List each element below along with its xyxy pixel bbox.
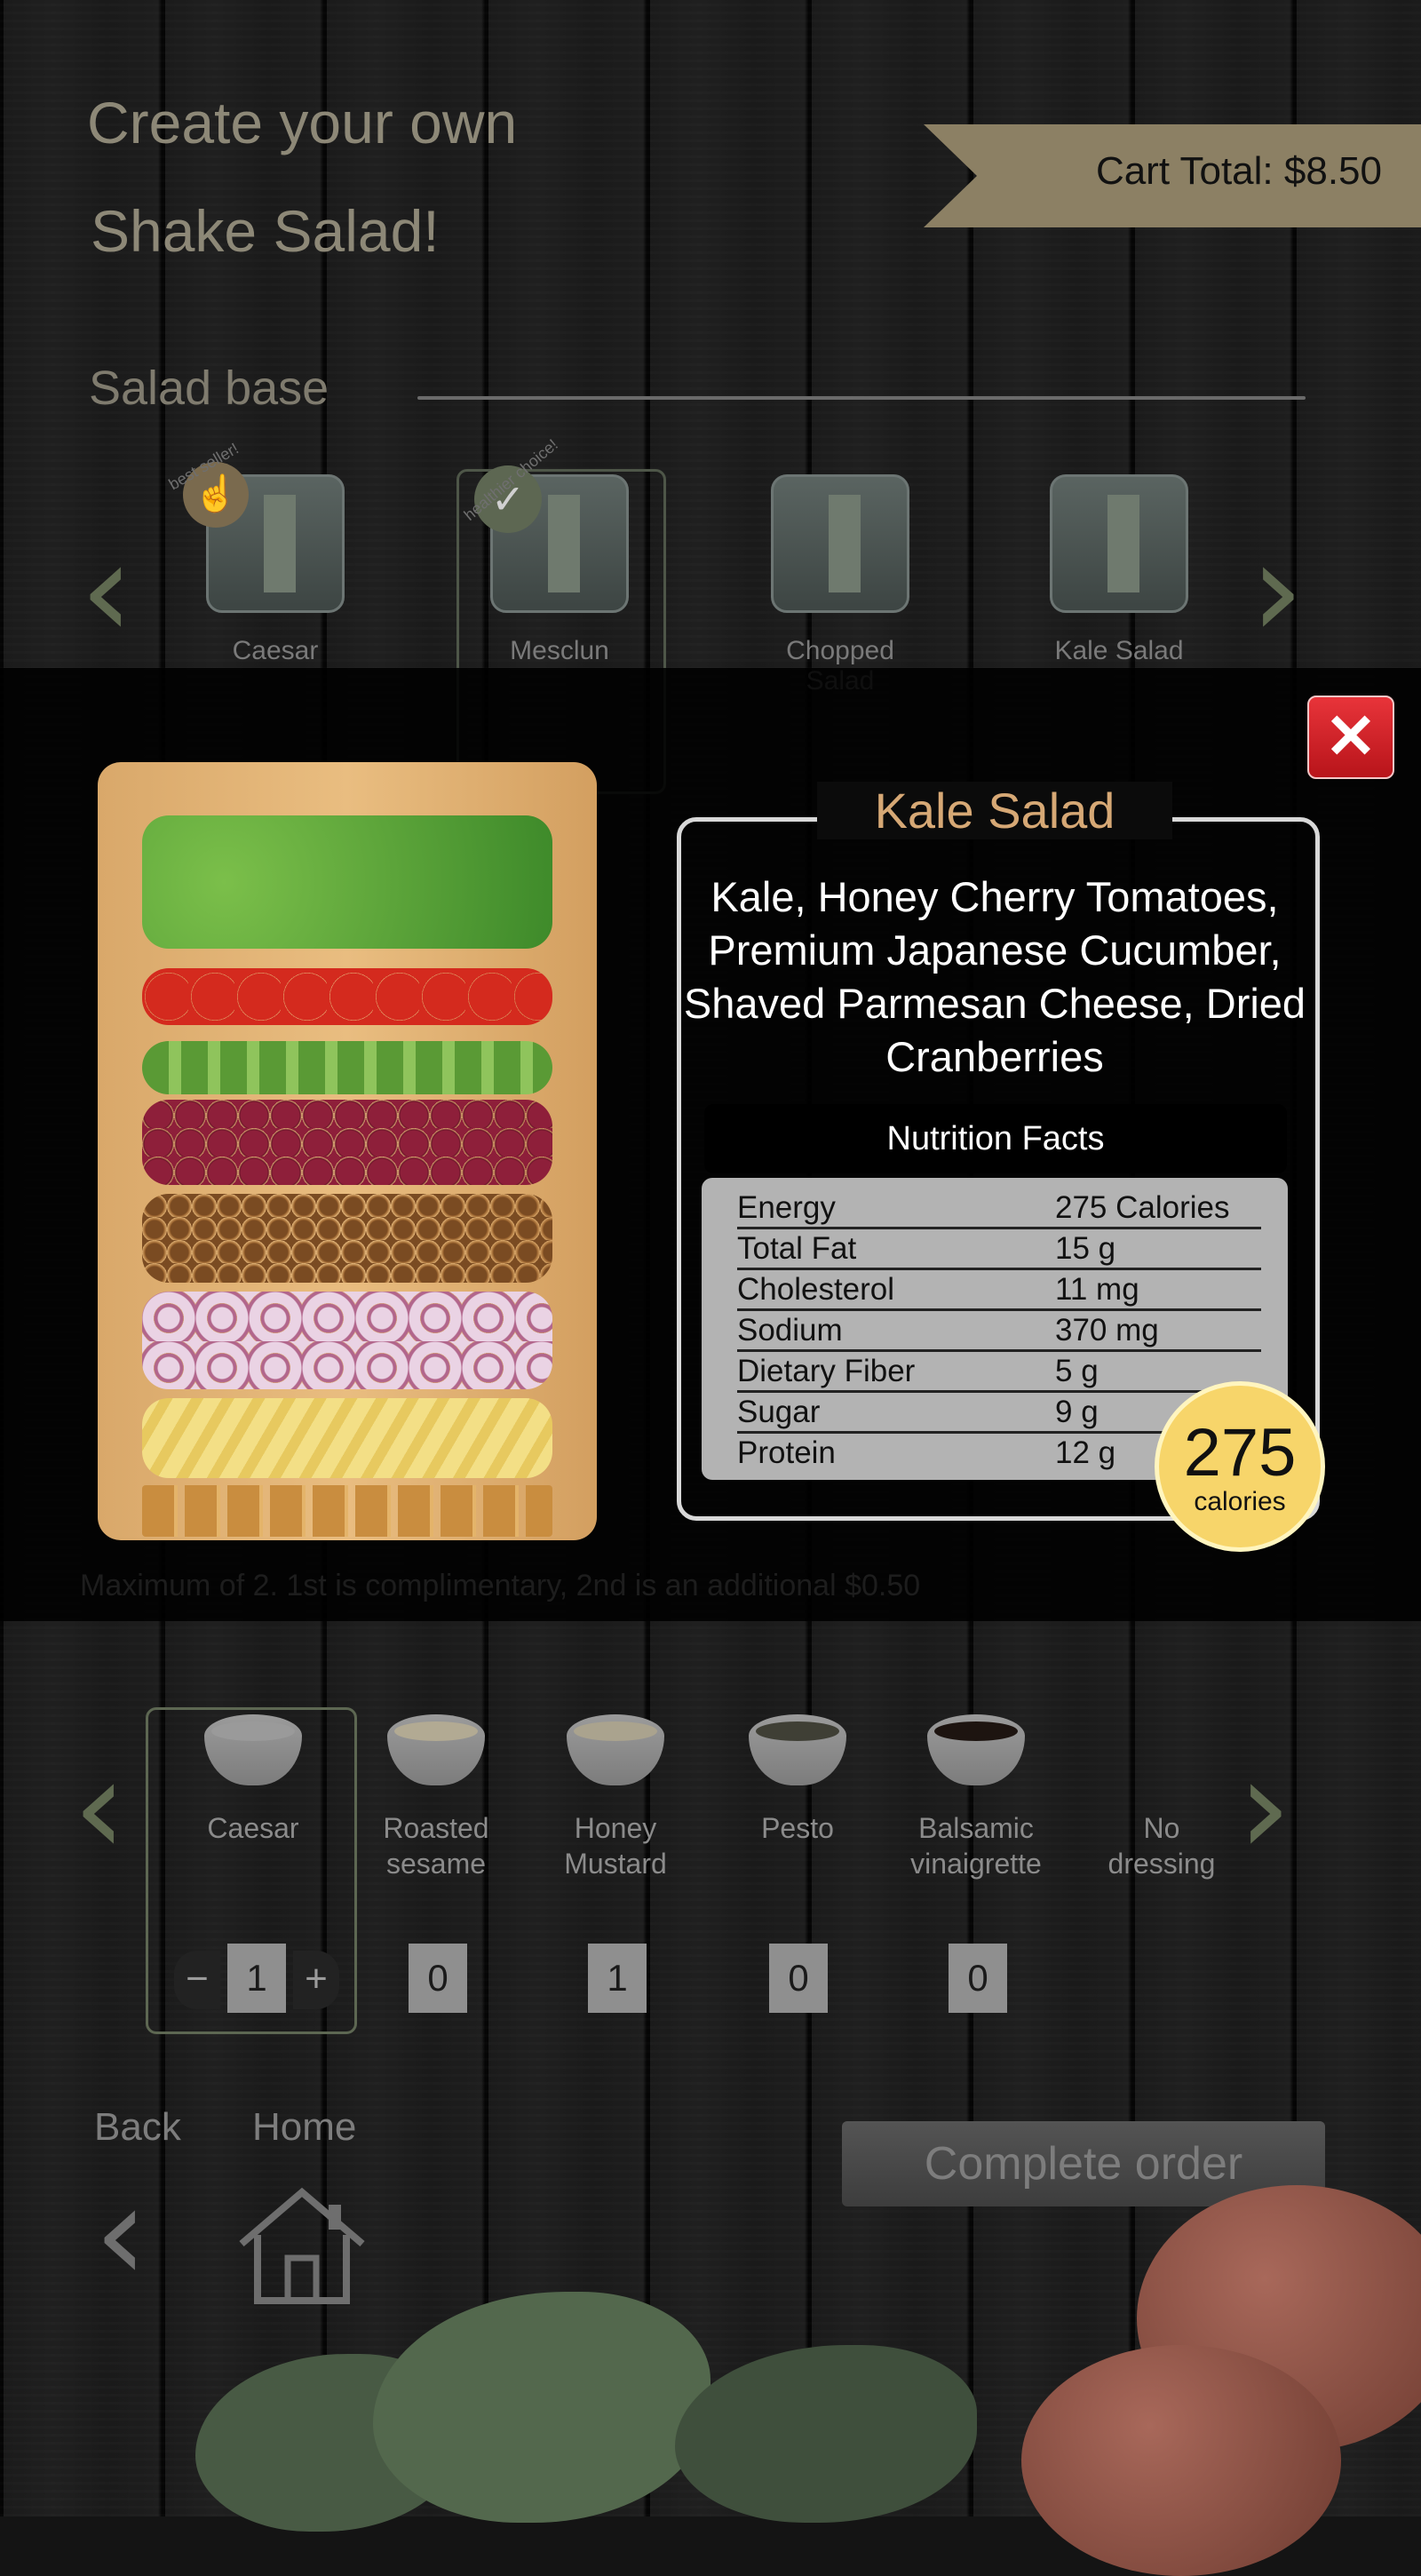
dressing-item-balsamic[interactable]: Balsamic vinaigrette <box>901 1714 1052 1881</box>
nutrition-row: Dietary Fiber 5 g <box>737 1350 1261 1393</box>
close-icon: ✕ <box>1324 702 1377 771</box>
dressing-qty[interactable]: 0 <box>769 1944 828 2013</box>
dressing-item-pesto[interactable]: Pesto <box>722 1714 873 1846</box>
walnut-layer <box>142 1194 552 1283</box>
nutrition-facts-title: Nutrition Facts <box>704 1104 1287 1173</box>
nutrient-value: 370 mg <box>1055 1313 1159 1348</box>
salad-container-image <box>771 474 909 613</box>
dressing-item-honey-mustard[interactable]: Honey Mustard <box>540 1714 691 1881</box>
dressing-qty[interactable]: 1 <box>588 1944 647 2013</box>
onion-layer <box>142 1292 552 1389</box>
nutrient-label: Sugar <box>737 1395 821 1429</box>
chevron-right-icon[interactable]: › <box>1250 524 1304 657</box>
chevron-right-icon[interactable]: › <box>1238 1741 1291 1874</box>
cart-total-text: Cart Total: $8.50 <box>1095 149 1382 193</box>
dressing-item-roasted-sesame[interactable]: Roasted sesame <box>361 1714 512 1881</box>
calorie-number: 275 <box>1183 1415 1297 1491</box>
lettuce-layer <box>142 815 552 949</box>
cheese-layer <box>142 1398 552 1478</box>
section-divider <box>417 396 1306 400</box>
nutrient-value: 275 Calories <box>1055 1190 1230 1225</box>
cucumber-layer <box>142 1041 552 1094</box>
ingredients-text: Kale, Honey Cherry Tomatoes, Premium Jap… <box>683 873 1306 1080</box>
salad-base-name: Kale Salad <box>1054 636 1184 665</box>
nutrient-value: 12 g <box>1055 1435 1116 1470</box>
cart-total-banner[interactable]: Cart Total: $8.50 <box>924 124 1421 227</box>
nutrient-label: Energy <box>737 1190 836 1225</box>
salad-ingredients-image <box>98 762 597 1540</box>
nutrient-label: Protein <box>737 1435 836 1470</box>
dressing-cup-icon <box>387 1714 485 1785</box>
decrement-button[interactable]: − <box>174 1951 220 2009</box>
nutrition-row: Total Fat 15 g <box>737 1228 1261 1270</box>
home-icon[interactable] <box>233 2185 371 2310</box>
salad-base-name: Mesclun <box>510 636 609 665</box>
calorie-unit: calories <box>1194 1487 1286 1516</box>
dressing-name: Honey Mustard <box>564 1812 667 1880</box>
close-modal-button[interactable]: ✕ <box>1307 696 1394 779</box>
dressing-name: Caesar <box>207 1812 299 1844</box>
salad-base-item-kale[interactable]: Kale Salad <box>1048 474 1190 666</box>
page-title-line2: Shake Salad! <box>91 198 440 264</box>
dressing-name: Balsamic vinaigrette <box>910 1812 1042 1880</box>
dressing-name: Roasted sesame <box>383 1812 489 1880</box>
dressing-item-caesar[interactable]: Caesar <box>178 1714 329 1846</box>
nutrient-label: Sodium <box>737 1313 843 1348</box>
dressing-item-none[interactable]: No dressing <box>1086 1714 1237 1881</box>
salad-container-image <box>1050 474 1188 613</box>
tomato-layer <box>142 968 552 1025</box>
nutrition-row: Energy 275 Calories <box>737 1187 1261 1229</box>
dressing-qty[interactable]: 0 <box>949 1944 1007 2013</box>
back-label[interactable]: Back <box>94 2105 181 2150</box>
dressing-cup-icon <box>927 1714 1025 1785</box>
calorie-badge: 275 calories <box>1155 1381 1325 1552</box>
dressing-name: No dressing <box>1107 1812 1216 1880</box>
crouton-layer <box>142 1485 552 1537</box>
salad-base-label: Salad base <box>89 362 329 415</box>
grape-layer <box>142 1100 552 1185</box>
salad-base-name: Caesar <box>232 636 319 665</box>
chevron-left-icon[interactable]: ‹ <box>80 524 133 657</box>
nutrient-label: Total Fat <box>737 1231 857 1266</box>
salad-base-item-chopped[interactable]: Chopped Salad <box>769 474 911 696</box>
chevron-left-icon[interactable]: ‹ <box>73 1741 126 1874</box>
nutrient-value: 9 g <box>1055 1395 1099 1429</box>
dressing-qty: 1 <box>227 1944 286 2013</box>
dressing-cup-icon <box>204 1714 302 1785</box>
tomato-decoration <box>1021 2345 1341 2576</box>
dressing-name: Pesto <box>761 1812 834 1844</box>
nutrient-label: Cholesterol <box>737 1272 895 1307</box>
dressing-cup-icon <box>567 1714 664 1785</box>
dressing-footnote: Maximum of 2. 1st is complimentary, 2nd … <box>80 1569 921 1602</box>
nutrition-row: Cholesterol 11 mg <box>737 1268 1261 1311</box>
nutrition-row: Sodium 370 mg <box>737 1309 1261 1352</box>
nutrient-value: 5 g <box>1055 1354 1099 1388</box>
dressing-cup-icon <box>749 1714 846 1785</box>
page-title-line1: Create your own <box>87 90 518 155</box>
back-arrow-icon[interactable]: ‹ <box>94 2167 147 2301</box>
nutrient-label: Dietary Fiber <box>737 1354 916 1388</box>
nutrient-value: 11 mg <box>1055 1272 1139 1307</box>
increment-button[interactable]: + <box>293 1951 339 2009</box>
home-label[interactable]: Home <box>252 2105 356 2150</box>
salad-name-title: Kale Salad <box>817 782 1172 839</box>
dressing-qty[interactable]: 0 <box>409 1944 467 2013</box>
nutrient-value: 15 g <box>1055 1231 1116 1266</box>
